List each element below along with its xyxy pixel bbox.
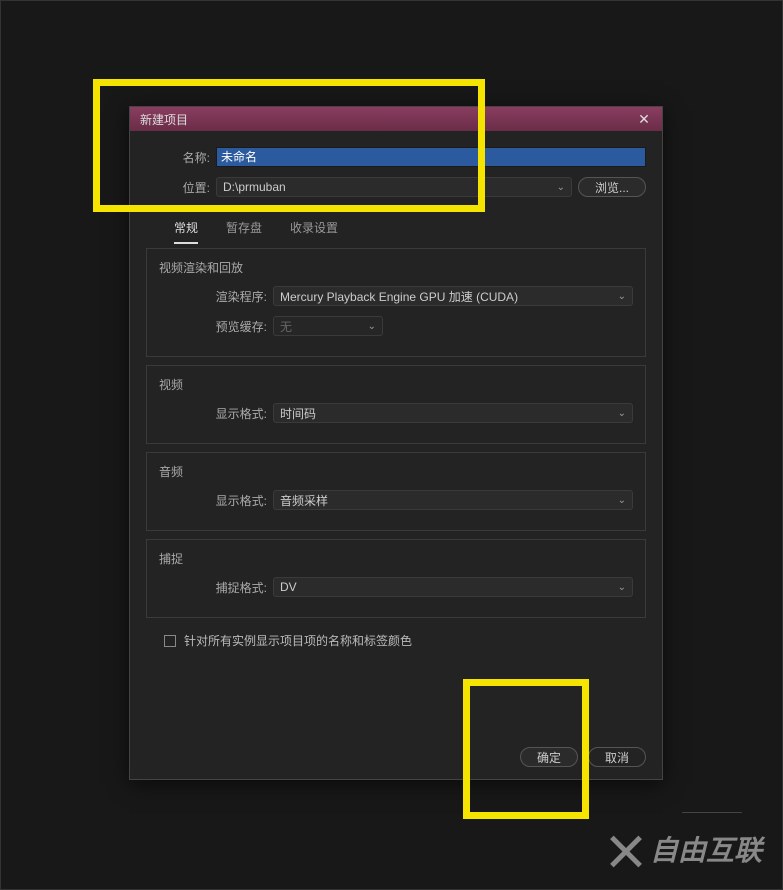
renderer-row: 渲染程序: Mercury Playback Engine GPU 加速 (CU…: [159, 286, 633, 306]
chevron-down-icon: ⌄: [618, 582, 626, 593]
cancel-button[interactable]: 取消: [588, 747, 646, 767]
close-icon: ✕: [638, 111, 650, 128]
cache-select: 无 ⌄: [273, 316, 383, 336]
video-panel: 视频 显示格式: 时间码 ⌄: [146, 365, 646, 444]
capture-format-value: DV: [280, 580, 297, 594]
chevron-down-icon: ⌄: [618, 495, 626, 506]
dialog-title: 新建项目: [140, 111, 188, 128]
chevron-down-icon: ⌄: [368, 321, 376, 332]
location-row: 位置: D:\prmuban ⌄ 浏览...: [146, 177, 646, 197]
audio-panel: 音频 显示格式: 音频采样 ⌄: [146, 452, 646, 531]
watermark-x-icon: [606, 829, 646, 869]
capture-format-select[interactable]: DV ⌄: [273, 577, 633, 597]
watermark-text: 自由互联: [650, 829, 762, 869]
cache-value: 无: [280, 318, 292, 335]
capture-title: 捕捉: [159, 550, 633, 567]
renderer-label: 渲染程序:: [159, 288, 267, 305]
tab-scratch[interactable]: 暂存盘: [226, 219, 262, 244]
name-label: 名称:: [146, 149, 210, 166]
video-format-value: 时间码: [280, 405, 316, 422]
location-value: D:\prmuban: [223, 180, 286, 194]
browse-button[interactable]: 浏览...: [578, 177, 646, 197]
cache-label: 预览缓存:: [159, 318, 267, 335]
rendering-panel: 视频渲染和回放 渲染程序: Mercury Playback Engine GP…: [146, 248, 646, 357]
name-row: 名称: 未命名: [146, 147, 646, 167]
audio-format-select[interactable]: 音频采样 ⌄: [273, 490, 633, 510]
instance-checkbox[interactable]: [164, 635, 176, 647]
tabs: 常规 暂存盘 收录设置: [174, 219, 646, 244]
tab-general[interactable]: 常规: [174, 219, 198, 244]
decorative-line: [682, 812, 742, 813]
close-button[interactable]: ✕: [636, 111, 652, 127]
dialog-titlebar: 新建项目 ✕: [130, 107, 662, 131]
renderer-value: Mercury Playback Engine GPU 加速 (CUDA): [280, 288, 518, 305]
dialog-body: 名称: 未命名 位置: D:\prmuban ⌄ 浏览... 常规 暂存盘 收录…: [130, 131, 662, 779]
instance-checkbox-label: 针对所有实例显示项目项的名称和标签颜色: [184, 632, 412, 649]
capture-format-label: 捕捉格式:: [159, 579, 267, 596]
video-title: 视频: [159, 376, 633, 393]
capture-format-row: 捕捉格式: DV ⌄: [159, 577, 633, 597]
dialog-footer: 确定 取消: [146, 735, 646, 767]
chevron-down-icon: ⌄: [557, 182, 565, 193]
video-format-label: 显示格式:: [159, 405, 267, 422]
rendering-title: 视频渲染和回放: [159, 259, 633, 276]
instance-checkbox-row: 针对所有实例显示项目项的名称和标签颜色: [164, 632, 646, 649]
audio-format-value: 音频采样: [280, 492, 328, 509]
new-project-dialog: 新建项目 ✕ 名称: 未命名 位置: D:\prmuban ⌄ 浏览... 常规…: [129, 106, 663, 780]
chevron-down-icon: ⌄: [618, 291, 626, 302]
capture-panel: 捕捉 捕捉格式: DV ⌄: [146, 539, 646, 618]
video-format-select[interactable]: 时间码 ⌄: [273, 403, 633, 423]
cache-row: 预览缓存: 无 ⌄: [159, 316, 633, 336]
tab-ingest[interactable]: 收录设置: [290, 219, 338, 244]
audio-title: 音频: [159, 463, 633, 480]
video-format-row: 显示格式: 时间码 ⌄: [159, 403, 633, 423]
ok-button[interactable]: 确定: [520, 747, 578, 767]
location-select[interactable]: D:\prmuban ⌄: [216, 177, 572, 197]
audio-format-label: 显示格式:: [159, 492, 267, 509]
renderer-select[interactable]: Mercury Playback Engine GPU 加速 (CUDA) ⌄: [273, 286, 633, 306]
chevron-down-icon: ⌄: [618, 408, 626, 419]
name-input[interactable]: 未命名: [216, 147, 646, 167]
location-label: 位置:: [146, 179, 210, 196]
watermark: 自由互联: [606, 829, 762, 869]
audio-format-row: 显示格式: 音频采样 ⌄: [159, 490, 633, 510]
